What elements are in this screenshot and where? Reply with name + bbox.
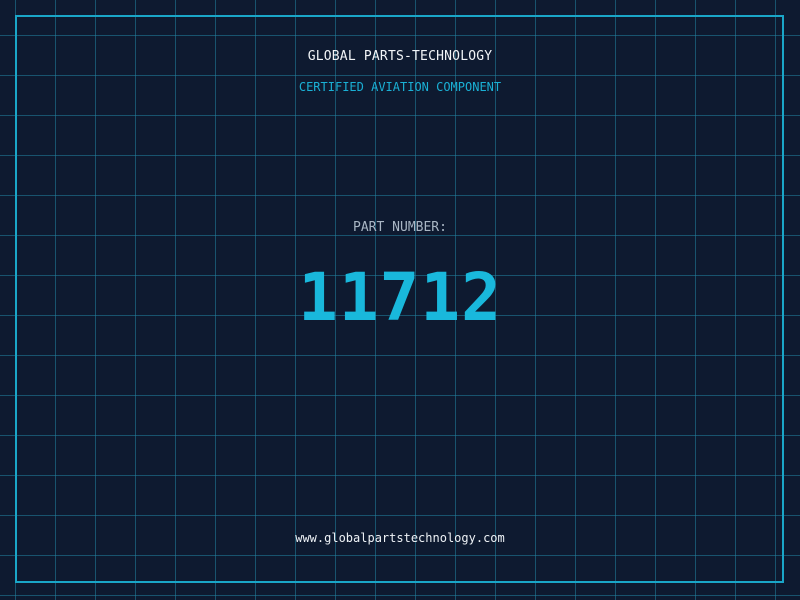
part-number-value: 11712 xyxy=(298,259,502,336)
website-url: www.globalpartstechnology.com xyxy=(295,531,505,545)
tagline: CERTIFIED AVIATION COMPONENT xyxy=(298,80,502,94)
company-name: GLOBAL PARTS-TECHNOLOGY xyxy=(307,49,493,64)
part-number-label: PART NUMBER: xyxy=(353,220,447,235)
